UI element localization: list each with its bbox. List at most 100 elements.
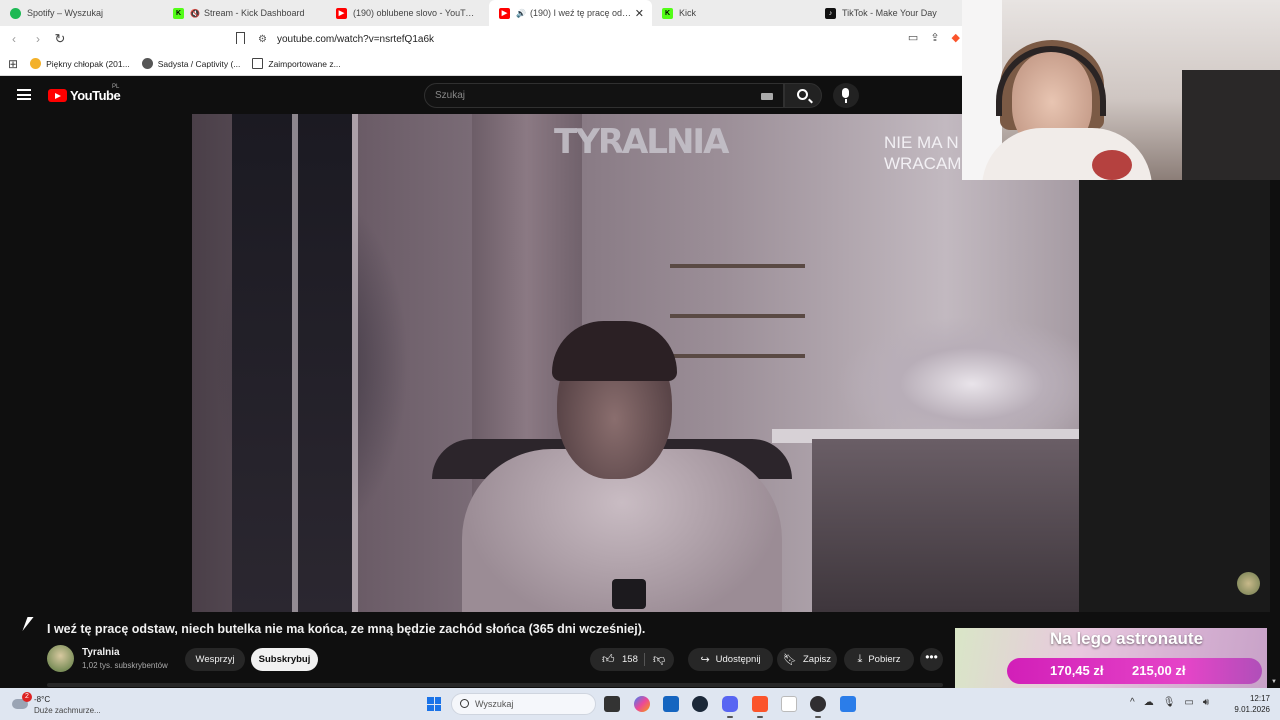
- obs-icon[interactable]: [810, 696, 826, 718]
- spotify-icon: [10, 7, 21, 19]
- muted-speaker-icon[interactable]: 🔇: [190, 9, 200, 18]
- share-label: Udostępnij: [715, 654, 761, 665]
- video-scene-shelf: [670, 264, 805, 268]
- save-button[interactable]: 🔖︎ Zapisz: [777, 648, 837, 671]
- site-settings-icon[interactable]: ⚙: [258, 34, 267, 45]
- network-icon[interactable]: ▭: [1184, 697, 1193, 708]
- share-arrow-icon: ↪: [700, 654, 710, 666]
- video-scene-hair: [552, 321, 677, 381]
- folder-icon: [252, 58, 264, 69]
- bookmark-label: Sadysta / Captivity (...: [157, 58, 241, 69]
- system-clock[interactable]: 12:17 9.01.2026: [1228, 693, 1270, 715]
- description-peek: [47, 683, 943, 687]
- dislike-icon[interactable]: 👎︎: [653, 652, 666, 666]
- steam-icon[interactable]: [692, 696, 708, 712]
- tab-label: (190) oblubene slovo - YouTube: [353, 8, 479, 18]
- webcam-plush: [1092, 150, 1132, 180]
- search-input[interactable]: Szukaj: [424, 83, 784, 108]
- task-view-icon[interactable]: [604, 696, 620, 712]
- forward-icon[interactable]: ›: [28, 32, 48, 46]
- tab-label: TikTok - Make Your Day: [842, 8, 937, 18]
- copilot-icon[interactable]: [634, 696, 650, 712]
- voice-search-button[interactable]: [833, 83, 859, 108]
- app-icon[interactable]: [840, 696, 856, 712]
- video-overlay-text: NIE MA N WRACAM: [884, 133, 962, 173]
- tab-kick[interactable]: K Kick: [652, 0, 815, 26]
- reload-icon[interactable]: ↻: [50, 31, 70, 47]
- tab-youtube-1[interactable]: ▶ (190) oblubene slovo - YouTube: [326, 0, 489, 26]
- share-icon[interactable]: ⇪: [930, 31, 939, 44]
- youtube-icon: ▶: [336, 7, 347, 19]
- tab-label: (190) I weź tę pracę odstaw, niech: [529, 8, 635, 18]
- microphone-icon: [842, 88, 849, 103]
- speaker-icon[interactable]: 🔊: [516, 9, 526, 18]
- donation-goal-title: Na lego astronaute: [1050, 629, 1204, 648]
- menu-icon[interactable]: [17, 89, 31, 100]
- brave-icon[interactable]: [752, 696, 768, 718]
- youtube-logo[interactable]: YouTube: [48, 88, 121, 103]
- url-field[interactable]: ⚙ youtube.com/watch?v=nsrtefQ1a6k: [258, 29, 878, 49]
- bookmark-label: Zaimportowane z...: [268, 58, 341, 69]
- weather-widget[interactable]: 2 -8°C Duże zachmurze...: [12, 692, 132, 718]
- scroll-down-icon[interactable]: ▼: [1271, 679, 1277, 685]
- tab-youtube-active[interactable]: ▶ 🔊 (190) I weź tę pracę odstaw, niech ✕: [489, 0, 652, 26]
- video-scene-cabinet: [812, 439, 1079, 612]
- url-text: youtube.com/watch?v=nsrtefQ1a6k: [276, 33, 434, 45]
- tab-spotify[interactable]: Spotify – Wyszukaj: [0, 0, 163, 26]
- microphone-icon[interactable]: 🎙︎: [1163, 697, 1176, 708]
- back-icon[interactable]: ‹: [4, 32, 24, 46]
- cloud-sync-icon[interactable]: ☁: [1144, 697, 1154, 708]
- tab-label: Kick: [679, 8, 697, 18]
- weather-description: Duże zachmurze...: [34, 706, 101, 715]
- emoji-icon: [30, 58, 42, 69]
- bookmark-folder[interactable]: Zaimportowane z...: [252, 58, 341, 69]
- subscribe-button[interactable]: Subskrybuj: [251, 648, 318, 671]
- youtube-play-icon: [48, 89, 67, 102]
- brave-shields-icon[interactable]: ◆: [952, 31, 960, 44]
- support-button[interactable]: Wesprzyj: [185, 648, 245, 671]
- screen: Spotify – Wyszukaj K 🔇 Stream - Kick Das…: [0, 0, 1280, 720]
- bookmark-label: Piękny chłopak (201...: [46, 58, 130, 69]
- floating-avatar[interactable]: [1237, 572, 1260, 595]
- kick-icon: K: [173, 7, 184, 19]
- apps-grid-icon[interactable]: ⊞: [8, 57, 18, 71]
- tab-kick-dashboard[interactable]: K 🔇 Stream - Kick Dashboard: [163, 0, 326, 26]
- more-actions-button[interactable]: •••: [920, 648, 943, 671]
- clock-time: 12:17: [1249, 694, 1270, 703]
- video-player[interactable]: TYRALNIA NIE MA N WRACAM: [192, 114, 1079, 612]
- weather-temperature: -8°C: [34, 695, 51, 704]
- download-icon: ⤓: [857, 653, 863, 665]
- bookmark-page-icon[interactable]: [236, 32, 245, 44]
- like-icon[interactable]: 👍︎: [602, 652, 615, 666]
- webcam-overlay: [962, 0, 1280, 180]
- webcam-wall: [1182, 70, 1280, 180]
- like-dislike-group: 👍︎ 158 👎︎: [590, 648, 674, 671]
- channel-name[interactable]: Tyralnia: [82, 647, 120, 658]
- bookmark-item[interactable]: Sadysta / Captivity (...: [141, 58, 241, 69]
- clock-date: 9.01.2026: [1234, 705, 1270, 714]
- windows-taskbar: 2 -8°C Duże zachmurze... Wyszukaj ^ ☁ 🎙︎…: [0, 688, 1280, 720]
- bookmark-item[interactable]: Piękny chłopak (201...: [30, 58, 130, 69]
- close-tab-icon[interactable]: ✕: [635, 7, 644, 20]
- store-icon[interactable]: [663, 696, 679, 712]
- volume-icon[interactable]: 🔊︎: [1203, 697, 1209, 708]
- search-button[interactable]: [784, 83, 822, 108]
- donation-progress-bar: 170,45 zł 215,00 zł: [1007, 658, 1262, 684]
- taskbar-search[interactable]: Wyszukaj: [451, 693, 596, 715]
- channel-avatar[interactable]: [47, 645, 74, 672]
- more-label: •••: [925, 650, 938, 664]
- keyboard-icon[interactable]: [761, 93, 773, 100]
- tab-tiktok[interactable]: ♪ TikTok - Make Your Day: [815, 0, 978, 26]
- youtube-icon: ▶: [499, 7, 510, 19]
- download-button[interactable]: ⤓ Pobierz: [844, 648, 914, 671]
- cast-icon[interactable]: ▭: [908, 31, 918, 44]
- save-label: Zapisz: [802, 654, 831, 665]
- file-icon[interactable]: [781, 696, 797, 712]
- video-scene-frame: [352, 114, 358, 612]
- address-bar-actions: ▭ ⇪ ◆: [908, 31, 960, 44]
- windows-start-icon[interactable]: [427, 697, 441, 711]
- discord-icon[interactable]: [722, 696, 738, 718]
- share-button[interactable]: ↪ Udostępnij: [688, 648, 773, 671]
- channel-watermark: TYRALNIA: [554, 122, 729, 162]
- chevron-up-icon[interactable]: ^: [1130, 697, 1135, 708]
